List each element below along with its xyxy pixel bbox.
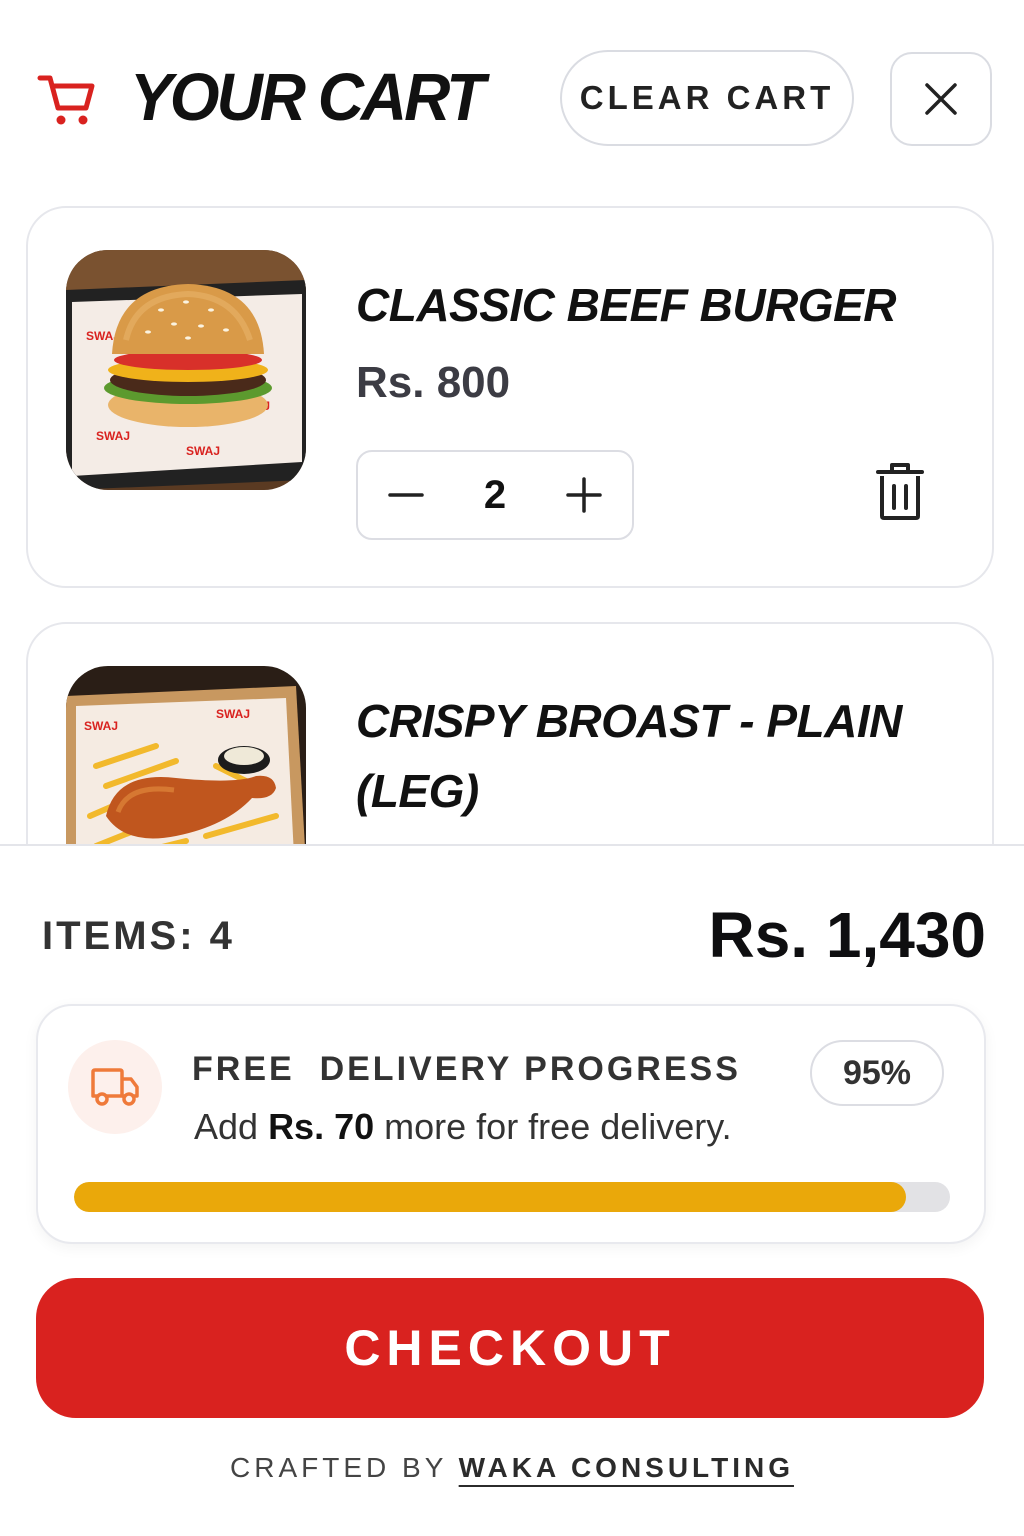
footer-credit: CRAFTED BY WAKA CONSULTING (230, 1452, 794, 1483)
delivery-title: FREE DELIVERY PROGRESS (192, 1050, 741, 1088)
item-price: Rs. 800 (356, 358, 511, 407)
fried-chicken-photo: SWAJ SWAJ (66, 666, 306, 844)
delivery-message: Add Rs. 70 more for free delivery. (194, 1106, 732, 1147)
progress-percent-badge: 95% (810, 1040, 944, 1106)
checkout-button[interactable]: CHECKOUT (36, 1278, 984, 1418)
burger-photo: SWAJSWAJSWAJSWAJ (66, 250, 306, 490)
close-icon (925, 83, 957, 115)
cart-summary: ITEMS: 4 Rs. 1,430 FREE DELIVERY PROGRES… (0, 844, 1024, 1536)
progress-bar (74, 1182, 950, 1212)
minus-icon (388, 493, 424, 497)
truck-icon (91, 1068, 139, 1106)
svg-text:SWAJ: SWAJ (186, 444, 220, 458)
svg-text:SWAJ: SWAJ (216, 707, 250, 721)
free-delivery-progress-card: FREE DELIVERY PROGRESS Add Rs. 70 more f… (36, 1004, 986, 1244)
truck-icon-badge (68, 1040, 162, 1134)
increase-button[interactable] (564, 475, 604, 515)
svg-text:SWAJ: SWAJ (84, 719, 118, 733)
cart-header: YOUR CART CLEAR CART (0, 0, 1024, 180)
cart-items-list[interactable]: SWAJ SWAJ SWAJ SWAJ CLASSIC BEEF BURGER Rs.… (0, 180, 1024, 844)
cart-total: Rs. 1,430 (708, 899, 986, 971)
remaining-amount: Rs. 70 (268, 1106, 375, 1147)
progress-bar-fill (74, 1182, 907, 1212)
cart-item: SWAJ SWAJ CRISPY BROAST - PLAIN (LEG) (26, 622, 994, 844)
item-name: CRISPY BROAST - PLAIN (LEG) (356, 695, 902, 817)
clear-cart-button[interactable]: CLEAR CART (560, 50, 854, 146)
trash-icon[interactable] (874, 460, 926, 522)
close-button[interactable] (890, 52, 992, 146)
cart-item: SWAJSWAJSWAJSWAJ CLASSIC BEEF BURGER Rs.… (26, 206, 994, 588)
shopping-cart-icon (37, 75, 95, 125)
waka-consulting-link[interactable]: WAKA CONSULTING (459, 1452, 794, 1483)
decrease-button[interactable] (386, 475, 426, 515)
items-count: ITEMS: 4 (42, 914, 235, 958)
plus-icon (566, 477, 602, 513)
item-name: CLASSIC BEEF BURGER (356, 279, 896, 331)
svg-text:SWAJ: SWAJ (96, 429, 130, 443)
quantity-stepper: 2 (356, 450, 634, 540)
quantity-value: 2 (483, 472, 507, 517)
page-title: YOUR CART (130, 59, 485, 135)
